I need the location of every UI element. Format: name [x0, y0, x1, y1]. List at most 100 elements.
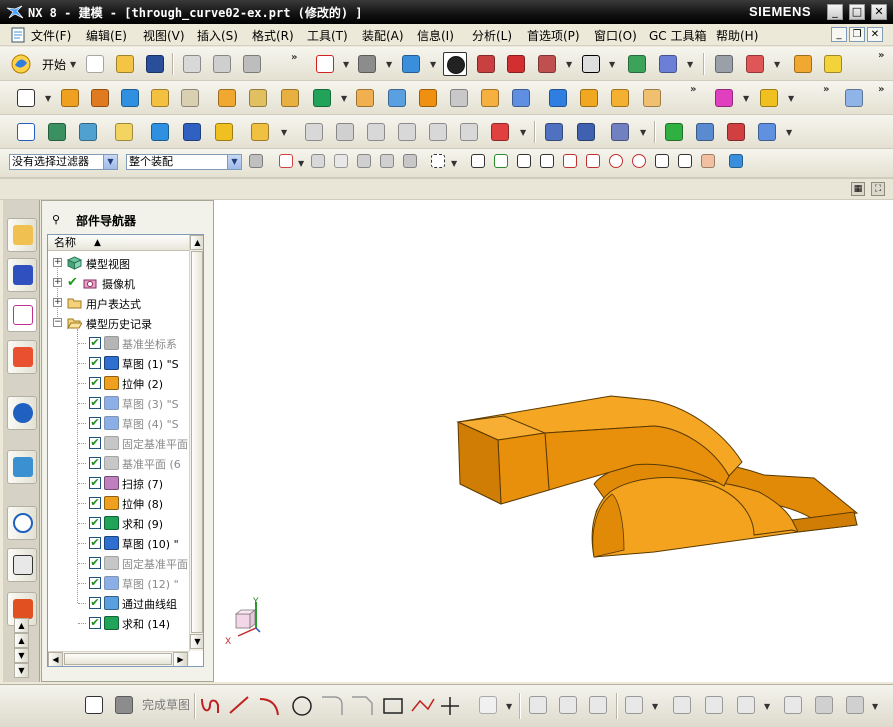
- auto-constraint-button[interactable]: [734, 693, 758, 717]
- pad-button[interactable]: [215, 86, 239, 110]
- scroll-right-button[interactable]: ▶: [173, 652, 188, 666]
- visibility-checkbox[interactable]: ✔: [89, 437, 101, 449]
- tab-system-materials[interactable]: [7, 548, 37, 582]
- unite-button[interactable]: [310, 86, 334, 110]
- layer-move-button[interactable]: [45, 120, 69, 144]
- close-button[interactable]: ✕: [871, 4, 887, 20]
- dimension-button[interactable]: [670, 693, 694, 717]
- rectangle-icon[interactable]: [383, 698, 403, 714]
- quick-extend-button[interactable]: [556, 693, 580, 717]
- clip-section-button[interactable]: [535, 52, 559, 76]
- transform-dropdown-icon[interactable]: ▼: [687, 61, 694, 69]
- render-dropdown-icon[interactable]: ▼: [386, 61, 393, 69]
- wcs-button[interactable]: [743, 52, 767, 76]
- unite-dropdown-icon[interactable]: ▼: [341, 95, 348, 103]
- sketch-dropdown-icon[interactable]: ▼: [45, 95, 52, 103]
- history-feature-row[interactable]: ✔ 固定基准平面: [48, 433, 189, 453]
- background-dropdown-icon[interactable]: ▼: [609, 61, 616, 69]
- section-view-button[interactable]: [504, 52, 528, 76]
- shaded-button[interactable]: [399, 52, 423, 76]
- point-plus-icon[interactable]: [441, 697, 459, 715]
- fillet-icon[interactable]: [322, 696, 343, 715]
- layer-copy-button[interactable]: [76, 120, 100, 144]
- offset-dropdown-icon[interactable]: ▼: [652, 703, 659, 711]
- tab-web-browser[interactable]: [7, 396, 37, 430]
- rectangle-select-button[interactable]: [428, 151, 448, 173]
- menu-view[interactable]: 视图(V): [143, 27, 185, 44]
- history-feature-row[interactable]: ✔ 草图 (4) "S: [48, 413, 189, 433]
- sync-dropdown-icon[interactable]: ▼: [743, 95, 750, 103]
- variable-blend-button[interactable]: [608, 86, 632, 110]
- horizontal-scrollbar[interactable]: ◀ ▶: [48, 651, 189, 666]
- history-feature-row[interactable]: ✔ 草图 (1) "S: [48, 353, 189, 373]
- history-feature-row[interactable]: ✔ 扫掠 (7): [48, 473, 189, 493]
- tree-node[interactable]: + 用户表达式: [48, 293, 189, 313]
- surface-button[interactable]: [842, 86, 866, 110]
- snap-control-button[interactable]: [491, 151, 511, 173]
- new-file-button[interactable]: [83, 52, 107, 76]
- menu-information[interactable]: 信息(I): [417, 27, 454, 44]
- routing-button[interactable]: [608, 120, 632, 144]
- shaded-dropdown-icon[interactable]: ▼: [430, 61, 437, 69]
- shell-button[interactable]: [478, 86, 502, 110]
- overflow-chevron-icon[interactable]: »: [878, 84, 884, 95]
- surface-g0-button[interactable]: [302, 120, 326, 144]
- polygon-dropdown-icon[interactable]: ▼: [506, 703, 513, 711]
- scroll-up-button[interactable]: ▲: [190, 235, 203, 250]
- doc-restore-button[interactable]: ❐: [849, 27, 865, 42]
- visibility-checkbox[interactable]: ✔: [89, 597, 101, 609]
- help-pointer-button[interactable]: [821, 52, 845, 76]
- point-on-surface-button[interactable]: [698, 151, 718, 173]
- boss-button[interactable]: [178, 86, 202, 110]
- menu-format[interactable]: 格式(R): [252, 27, 294, 44]
- edit-feature-button[interactable]: [148, 120, 172, 144]
- sketch-button[interactable]: [14, 86, 38, 110]
- sketch-task-button[interactable]: [82, 693, 106, 717]
- history-feature-row[interactable]: ✔ 拉伸 (2): [48, 373, 189, 393]
- column-header-name[interactable]: 名称 ▲: [48, 235, 189, 251]
- move-face-dropdown-icon[interactable]: ▼: [788, 95, 795, 103]
- hammer-button[interactable]: [180, 120, 204, 144]
- resource-scroll-up2-button[interactable]: ▲: [14, 633, 29, 648]
- visibility-checkbox[interactable]: ✔: [89, 517, 101, 529]
- history-feature-row[interactable]: ✔ 基准平面 (6: [48, 453, 189, 473]
- circle-icon[interactable]: [292, 696, 312, 716]
- surface-oh-button[interactable]: [457, 120, 481, 144]
- open-file-button[interactable]: [113, 52, 137, 76]
- pattern-button[interactable]: [278, 86, 302, 110]
- move-component-button[interactable]: [625, 52, 649, 76]
- vertical-scrollbar[interactable]: ▲ ▼: [189, 235, 203, 651]
- offset-face-button[interactable]: [509, 86, 533, 110]
- scope-select[interactable]: 整个装配 ▼: [126, 154, 242, 170]
- expand-toggle[interactable]: +: [53, 258, 62, 267]
- fit-view-button[interactable]: [313, 52, 337, 76]
- visibility-checkbox[interactable]: ✔: [89, 497, 101, 509]
- tab-history[interactable]: [7, 506, 37, 540]
- visibility-checkbox[interactable]: ✔: [89, 377, 101, 389]
- constraint-dropdown-icon[interactable]: ▼: [764, 703, 771, 711]
- sketch-view-dropdown-icon[interactable]: ▼: [872, 703, 879, 711]
- resource-scroll-down-button[interactable]: ▼: [14, 648, 29, 663]
- visibility-checkbox[interactable]: ✔: [89, 397, 101, 409]
- blend-face-button[interactable]: [577, 86, 601, 110]
- point-button[interactable]: [14, 120, 38, 144]
- spring-button[interactable]: [542, 120, 566, 144]
- arc-center-button[interactable]: [606, 151, 626, 173]
- expand-toggle[interactable]: +: [53, 298, 62, 307]
- reattach-button[interactable]: [781, 693, 805, 717]
- cut-button[interactable]: [180, 52, 204, 76]
- thicken-button[interactable]: [640, 86, 664, 110]
- revolve-button[interactable]: [88, 86, 112, 110]
- select-curve-button[interactable]: [400, 151, 420, 173]
- visibility-checkbox[interactable]: ✔: [89, 537, 101, 549]
- damper-button[interactable]: [574, 120, 598, 144]
- menu-edit[interactable]: 编辑(E): [86, 27, 127, 44]
- extrude-button[interactable]: [58, 86, 82, 110]
- check-geometry-button[interactable]: [662, 120, 686, 144]
- tab-assembly-navigator[interactable]: [7, 218, 37, 252]
- history-feature-row[interactable]: ✔ 基准坐标系: [48, 333, 189, 353]
- solid-model[interactable]: [456, 395, 859, 558]
- collapse-toggle[interactable]: −: [53, 318, 62, 327]
- menu-insert[interactable]: 插入(S): [197, 27, 238, 44]
- replay-button[interactable]: [212, 120, 236, 144]
